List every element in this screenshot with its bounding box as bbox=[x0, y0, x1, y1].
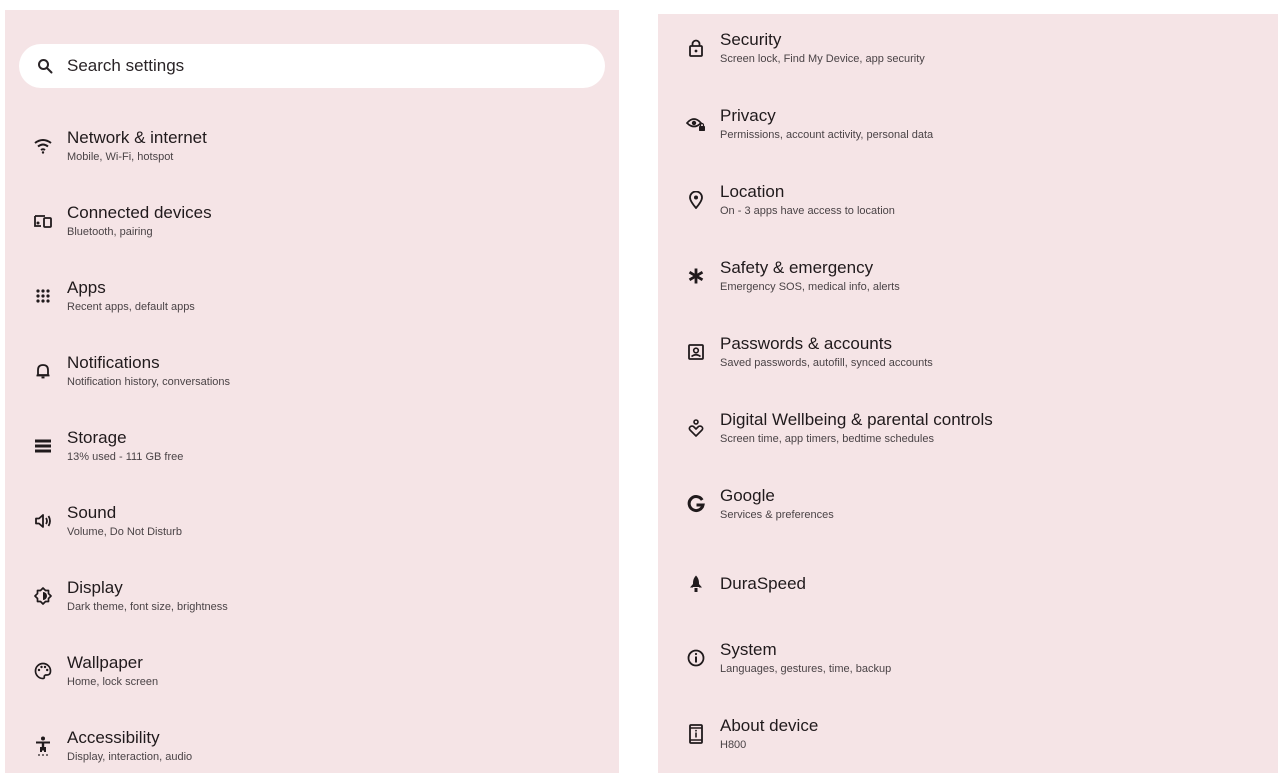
search-placeholder: Search settings bbox=[67, 56, 185, 75]
item-title: Privacy bbox=[720, 106, 776, 125]
device-info-icon bbox=[686, 724, 706, 744]
settings-item-sound[interactable]: Sound Volume, Do Not Disturb bbox=[5, 491, 619, 551]
settings-item-safety[interactable]: Safety & emergency Emergency SOS, medica… bbox=[658, 246, 1278, 306]
settings-item-digital-wellbeing[interactable]: Digital Wellbeing & parental controls Sc… bbox=[658, 398, 1278, 458]
item-subtitle: Saved passwords, autofill, synced accoun… bbox=[720, 357, 933, 369]
item-title: Network & internet bbox=[67, 128, 207, 147]
item-subtitle: On - 3 apps have access to location bbox=[720, 205, 895, 217]
item-title: Location bbox=[720, 182, 785, 201]
settings-item-notifications[interactable]: Notifications Notification history, conv… bbox=[5, 341, 619, 401]
item-subtitle: Notification history, conversations bbox=[67, 376, 231, 388]
item-subtitle: Languages, gestures, time, backup bbox=[720, 663, 892, 675]
item-title: Apps bbox=[67, 278, 106, 297]
settings-item-duraspeed[interactable]: DuraSpeed bbox=[658, 554, 1278, 614]
settings-item-display[interactable]: Display Dark theme, font size, brightnes… bbox=[5, 566, 619, 626]
item-title: Digital Wellbeing & parental controls bbox=[720, 410, 993, 429]
item-subtitle: Display, interaction, audio bbox=[67, 751, 193, 763]
item-subtitle: Screen time, app timers, bedtime schedul… bbox=[720, 433, 934, 445]
item-title: Connected devices bbox=[67, 203, 212, 222]
item-title: About device bbox=[720, 716, 819, 735]
location-pin-icon bbox=[686, 190, 706, 210]
google-g-icon bbox=[686, 494, 706, 514]
settings-item-accessibility[interactable]: Accessibility Display, interaction, audi… bbox=[5, 716, 619, 776]
settings-item-about-device[interactable]: About device H800 bbox=[658, 704, 1278, 764]
item-subtitle: Bluetooth, pairing bbox=[67, 226, 153, 238]
item-title: DuraSpeed bbox=[720, 574, 807, 593]
settings-item-security[interactable]: Security Screen lock, Find My Device, ap… bbox=[658, 18, 1278, 78]
item-title: Security bbox=[720, 30, 782, 49]
item-title: Notifications bbox=[67, 353, 160, 372]
wellbeing-icon bbox=[686, 418, 706, 438]
item-subtitle: Services & preferences bbox=[720, 509, 834, 521]
asterisk-icon bbox=[686, 266, 706, 286]
settings-item-apps[interactable]: Apps Recent apps, default apps bbox=[5, 266, 619, 326]
item-subtitle: Permissions, account activity, personal … bbox=[720, 129, 934, 141]
item-title: Safety & emergency bbox=[720, 258, 874, 277]
settings-item-network[interactable]: Network & internet Mobile, Wi-Fi, hotspo… bbox=[5, 116, 619, 176]
search-bar[interactable]: Search settings bbox=[19, 44, 605, 88]
item-title: Sound bbox=[67, 503, 117, 522]
item-title: Wallpaper bbox=[67, 653, 143, 672]
item-subtitle: Home, lock screen bbox=[67, 676, 159, 688]
item-title: Google bbox=[720, 486, 775, 505]
item-title: Accessibility bbox=[67, 728, 160, 747]
storage-icon bbox=[33, 436, 53, 456]
accessibility-icon bbox=[33, 736, 53, 756]
brightness-icon bbox=[33, 586, 53, 606]
item-subtitle: Emergency SOS, medical info, alerts bbox=[720, 281, 900, 293]
settings-item-location[interactable]: Location On - 3 apps have access to loca… bbox=[658, 170, 1278, 230]
apps-grid-icon bbox=[33, 286, 53, 306]
settings-right-column: Security Screen lock, Find My Device, ap… bbox=[658, 14, 1278, 773]
item-title: Display bbox=[67, 578, 123, 597]
devices-icon bbox=[33, 211, 53, 231]
info-icon bbox=[686, 648, 706, 668]
lock-icon bbox=[686, 38, 706, 58]
item-title: Passwords & accounts bbox=[720, 334, 892, 353]
settings-item-connected-devices[interactable]: Connected devices Bluetooth, pairing bbox=[5, 191, 619, 251]
settings-item-google[interactable]: Google Services & preferences bbox=[658, 474, 1278, 534]
settings-left-column: Search settings Network & internet Mobil… bbox=[5, 10, 619, 773]
settings-item-privacy[interactable]: Privacy Permissions, account activity, p… bbox=[658, 94, 1278, 154]
bell-icon bbox=[33, 361, 53, 381]
palette-icon bbox=[33, 661, 53, 681]
eye-lock-icon bbox=[686, 114, 706, 134]
account-box-icon bbox=[686, 342, 706, 362]
item-subtitle: Recent apps, default apps bbox=[67, 301, 195, 313]
item-subtitle: H800 bbox=[720, 739, 747, 751]
settings-item-system[interactable]: System Languages, gestures, time, backup bbox=[658, 628, 1278, 688]
settings-item-storage[interactable]: Storage 13% used - 111 GB free bbox=[5, 416, 619, 476]
volume-icon bbox=[33, 511, 53, 531]
item-subtitle: Screen lock, Find My Device, app securit… bbox=[720, 53, 925, 65]
item-title: Storage bbox=[67, 428, 127, 447]
item-subtitle: Volume, Do Not Disturb bbox=[67, 526, 182, 538]
search-icon bbox=[37, 58, 53, 74]
settings-item-passwords[interactable]: Passwords & accounts Saved passwords, au… bbox=[658, 322, 1278, 382]
item-subtitle: 13% used - 111 GB free bbox=[67, 451, 184, 463]
item-subtitle: Mobile, Wi-Fi, hotspot bbox=[67, 151, 174, 163]
settings-item-wallpaper[interactable]: Wallpaper Home, lock screen bbox=[5, 641, 619, 701]
item-title: System bbox=[720, 640, 777, 659]
rocket-icon bbox=[686, 574, 706, 594]
wifi-icon bbox=[33, 136, 53, 156]
item-subtitle: Dark theme, font size, brightness bbox=[67, 601, 228, 613]
